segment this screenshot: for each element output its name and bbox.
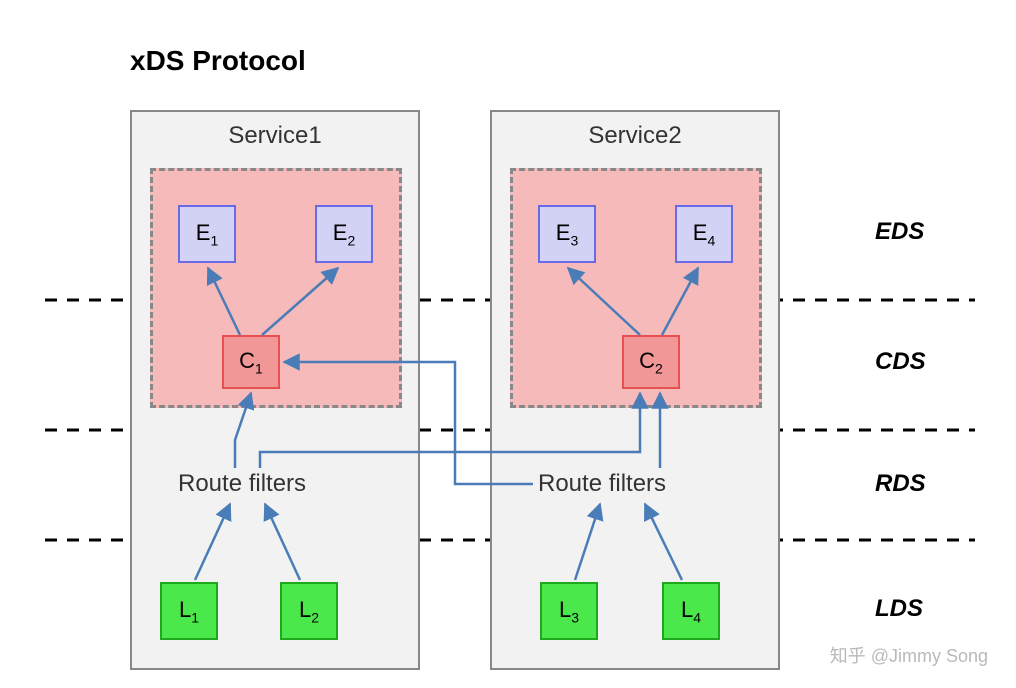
node-l3: L3 bbox=[540, 582, 598, 640]
node-e2: E2 bbox=[315, 205, 373, 263]
node-c1: C1 bbox=[222, 335, 280, 389]
node-l4: L4 bbox=[662, 582, 720, 640]
node-l1: L1 bbox=[160, 582, 218, 640]
route-filters-1: Route filters bbox=[178, 470, 306, 498]
watermark: 知乎 @Jimmy Song bbox=[830, 642, 988, 668]
layer-lds: LDS bbox=[875, 595, 923, 623]
diagram-title: xDS Protocol bbox=[130, 45, 306, 77]
node-e4: E4 bbox=[675, 205, 733, 263]
node-c2: C2 bbox=[622, 335, 680, 389]
layer-cds: CDS bbox=[875, 348, 926, 376]
node-e3: E3 bbox=[538, 205, 596, 263]
node-e1: E1 bbox=[178, 205, 236, 263]
node-l2: L2 bbox=[280, 582, 338, 640]
route-filters-2: Route filters bbox=[538, 470, 666, 498]
layer-eds: EDS bbox=[875, 218, 924, 246]
layer-rds: RDS bbox=[875, 470, 926, 498]
service1-label: Service1 bbox=[132, 122, 418, 150]
service2-label: Service2 bbox=[492, 122, 778, 150]
diagram-canvas: xDS Protocol Service1 Service2 E1 E2 E3 … bbox=[0, 0, 1016, 688]
